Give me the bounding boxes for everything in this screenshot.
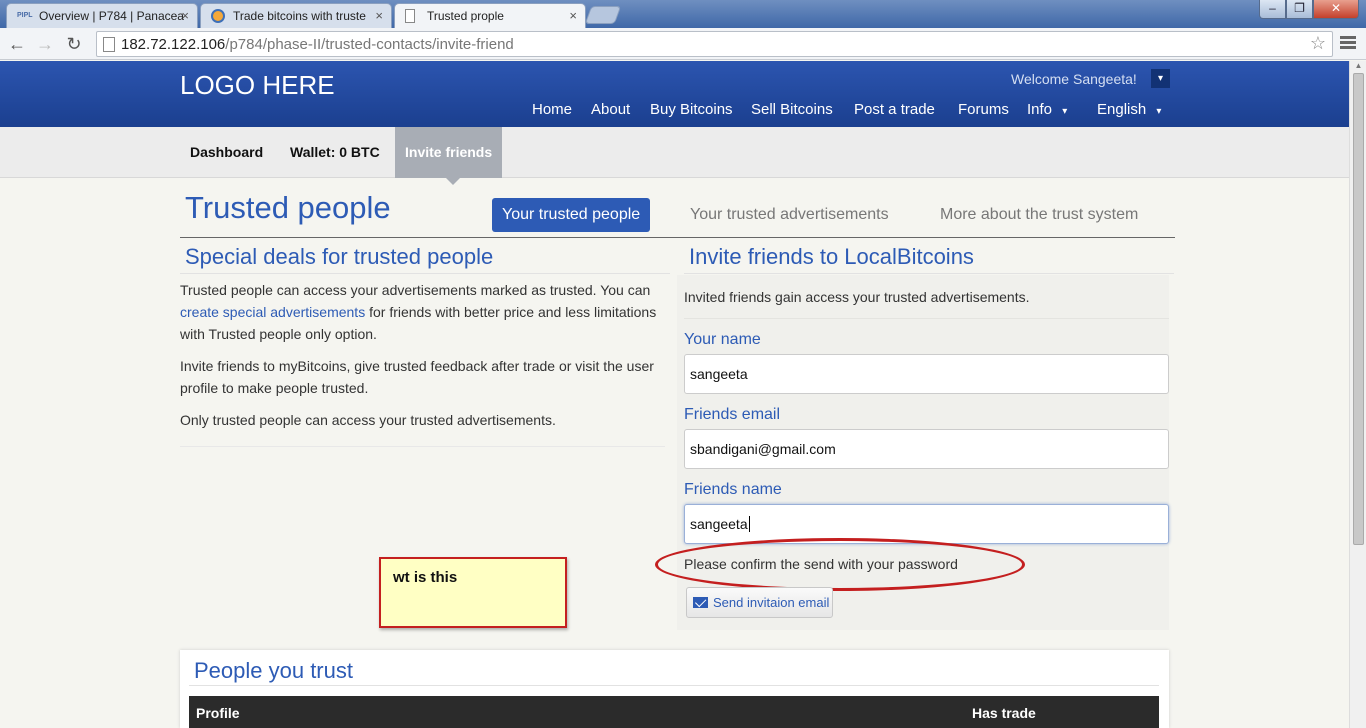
scrollbar-thumb[interactable] xyxy=(1353,73,1364,545)
pipl-icon: PIPL xyxy=(17,12,33,19)
reload-icon[interactable]: ↻ xyxy=(63,33,85,55)
people-heading: People you trust xyxy=(194,658,353,683)
tab-trust-system[interactable]: More about the trust system xyxy=(930,198,1148,232)
maximize-icon[interactable]: ❐ xyxy=(1286,0,1313,19)
close-icon[interactable]: × xyxy=(375,8,383,23)
scroll-up-icon[interactable]: ▲ xyxy=(1350,61,1366,73)
friends-name-input[interactable]: sangeeta xyxy=(684,504,1169,544)
invite-heading: Invite friends to LocalBitcoins xyxy=(689,244,974,269)
bitcoin-icon xyxy=(211,9,225,23)
nav-buy-bitcoins[interactable]: Buy Bitcoins xyxy=(650,101,733,118)
minimize-icon[interactable]: – xyxy=(1259,0,1286,19)
site-header: LOGO HERE Welcome Sangeeta! ▾ Home About… xyxy=(0,61,1349,127)
browser-tab-trusted[interactable]: Trusted prople × xyxy=(394,3,586,28)
page-icon xyxy=(103,37,115,52)
browser-tab-overview[interactable]: PIPL Overview | P784 | Panacea × xyxy=(6,3,198,28)
chevron-down-icon: ▾ xyxy=(1062,106,1068,117)
divider xyxy=(684,273,1174,274)
page-scrollbar[interactable]: ▲ xyxy=(1349,61,1366,728)
site-logo[interactable]: LOGO HERE xyxy=(180,70,335,101)
invite-intro: Invited friends gain access your trusted… xyxy=(684,289,1030,305)
active-pointer xyxy=(446,178,460,185)
people-table-header: Profile Has trade xyxy=(189,696,1159,728)
tab-label: Overview | P784 | Panacea xyxy=(39,9,184,23)
special-deals-heading: Special deals for trusted people xyxy=(185,244,494,269)
envelope-icon xyxy=(693,597,708,608)
friends-name-label: Friends name xyxy=(684,481,782,498)
nav-sell-bitcoins[interactable]: Sell Bitcoins xyxy=(751,101,833,118)
tab-your-trusted-people[interactable]: Your trusted people xyxy=(492,198,651,232)
menu-icon[interactable] xyxy=(1338,34,1358,54)
divider xyxy=(189,685,1159,686)
close-icon[interactable]: × xyxy=(569,8,577,23)
back-arrow-icon[interactable]: ← xyxy=(6,33,28,55)
chevron-down-icon[interactable]: ▾ xyxy=(1151,69,1170,88)
annotation-circle xyxy=(655,538,1025,591)
paragraph-trusted-access: Trusted people can access your advertise… xyxy=(180,282,657,342)
your-name-input[interactable]: sangeeta xyxy=(684,354,1169,394)
nav-post-trade[interactable]: Post a trade xyxy=(854,101,935,118)
your-name-label: Your name xyxy=(684,331,761,348)
sub-navigation: Dashboard Wallet: 0 BTC Invite friends xyxy=(0,127,1349,185)
forward-arrow-icon[interactable]: → xyxy=(34,33,56,55)
window-close-icon[interactable]: ✕ xyxy=(1313,0,1359,19)
column-profile[interactable]: Profile xyxy=(196,705,240,721)
nav-forums[interactable]: Forums xyxy=(958,101,1009,118)
bookmark-star-icon[interactable]: ☆ xyxy=(1310,33,1326,54)
subnav-invite-friends[interactable]: Invite friends xyxy=(395,127,503,178)
url-text: 182.72.122.106/p784/phase-II/trusted-con… xyxy=(121,36,514,53)
nav-language[interactable]: English ▾ xyxy=(1097,101,1161,118)
title-divider xyxy=(180,237,1175,238)
nav-home[interactable]: Home xyxy=(532,101,572,118)
chevron-down-icon: ▾ xyxy=(1156,106,1162,117)
browser-tab-strip: PIPL Overview | P784 | Panacea × Trade b… xyxy=(0,0,1366,28)
browser-tab-trade[interactable]: Trade bitcoins with truste × xyxy=(200,3,392,28)
tab-label: Trusted prople xyxy=(427,9,504,23)
page-icon xyxy=(405,9,415,23)
new-tab-button[interactable] xyxy=(584,6,622,24)
friends-email-input[interactable]: sbandigani@gmail.com xyxy=(684,429,1169,469)
friends-email-label: Friends email xyxy=(684,406,781,423)
people-you-trust-panel: People you trust Profile Has trade xyxy=(180,650,1169,728)
paragraph-invite-friends: Invite friends to myBitcoins, give trust… xyxy=(180,358,654,396)
paragraph-trusted-only: Only trusted people can access your trus… xyxy=(180,412,556,428)
tab-label: Trade bitcoins with truste xyxy=(233,9,366,23)
tab-trusted-advertisements[interactable]: Your trusted advertisements xyxy=(680,198,899,232)
browser-toolbar: ← → ↻ 182.72.122.106/p784/phase-II/trust… xyxy=(0,28,1366,60)
divider xyxy=(180,446,665,447)
page-title: Trusted people xyxy=(185,190,391,225)
nav-about[interactable]: About xyxy=(591,101,630,118)
subnav-wallet[interactable]: Wallet: 0 BTC xyxy=(290,127,380,178)
nav-info[interactable]: Info ▾ xyxy=(1027,101,1067,118)
annotation-note: wt is this xyxy=(379,557,567,628)
create-special-ads-link[interactable]: create special advertisements xyxy=(180,304,365,320)
welcome-text: Welcome Sangeeta! xyxy=(1011,71,1137,87)
send-invitation-button[interactable]: Send invitaion email xyxy=(686,587,833,618)
address-bar[interactable]: 182.72.122.106/p784/phase-II/trusted-con… xyxy=(96,31,1333,57)
close-icon[interactable]: × xyxy=(181,8,189,23)
subnav-dashboard[interactable]: Dashboard xyxy=(190,127,263,178)
divider xyxy=(684,318,1169,319)
divider xyxy=(180,273,670,274)
column-has-trade[interactable]: Has trade xyxy=(972,705,1036,721)
